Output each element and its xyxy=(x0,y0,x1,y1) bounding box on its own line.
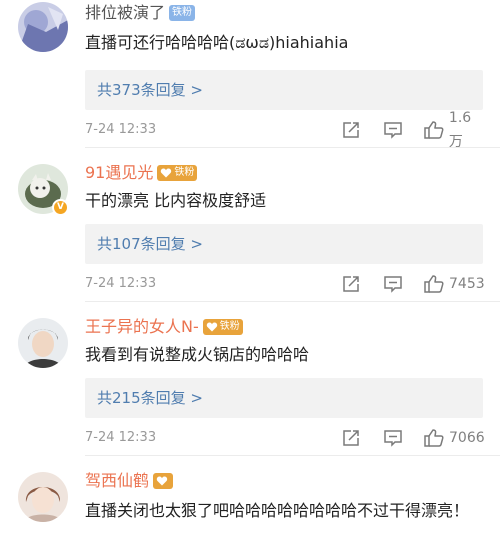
comment-button[interactable] xyxy=(383,118,403,142)
share-icon xyxy=(343,430,359,446)
thumbs-up-icon xyxy=(424,429,444,447)
fan-badge-label: 铁粉 xyxy=(174,167,195,178)
comment-item: 排位被演了 铁粉 直播可还行哈哈哈哈(ಡωಡ)hiahiahia 共373条回复… xyxy=(0,0,500,150)
meta-row: 7-24 12:33 7066 xyxy=(85,426,485,450)
comment-text: 我看到有说整成火锅店的哈哈哈 xyxy=(85,345,310,364)
view-replies-link[interactable]: 共107条回复 > xyxy=(97,224,203,264)
comment-item: 驾西仙鹤 直播关闭也太狠了吧哈哈哈哈哈哈哈哈不过干得漂亮！ xyxy=(0,456,500,552)
timestamp: 7-24 12:33 xyxy=(85,276,157,291)
replies-box[interactable]: 共107条回复 > xyxy=(85,224,483,264)
like-count: 7066 xyxy=(449,430,485,446)
heart-icon xyxy=(206,322,217,332)
user-avatar[interactable] xyxy=(18,472,68,522)
comment-item: 王子异的女人N- 铁粉 我看到有说整成火锅店的哈哈哈 共215条回复 > 7-2… xyxy=(0,302,500,456)
replies-box[interactable]: 共373条回复 > xyxy=(85,70,483,110)
comment-button[interactable] xyxy=(383,426,403,450)
heart-icon xyxy=(156,476,168,486)
view-replies-link[interactable]: 共373条回复 > xyxy=(97,70,203,110)
thumbs-up-icon xyxy=(424,121,444,139)
user-avatar[interactable] xyxy=(18,2,68,52)
fan-badge-label: 铁粉 xyxy=(219,321,240,332)
name-row: 王子异的女人N- 铁粉 xyxy=(85,316,243,338)
thumbs-up-icon xyxy=(424,275,444,293)
comment-text: 干的漂亮 比内容极度舒适 xyxy=(85,191,267,210)
fan-badge: 铁粉 xyxy=(169,5,196,21)
timestamp: 7-24 12:33 xyxy=(85,430,157,445)
username[interactable]: 王子异的女人N- xyxy=(85,316,199,338)
comment-button[interactable] xyxy=(383,272,403,296)
username[interactable]: 驾西仙鹤 xyxy=(85,470,149,492)
name-row: 驾西仙鹤 xyxy=(85,470,174,492)
share-button[interactable] xyxy=(341,426,361,450)
fan-badge: 铁粉 xyxy=(202,319,243,335)
share-button[interactable] xyxy=(341,118,361,142)
name-row: 91遇见光 铁粉 xyxy=(85,162,198,184)
name-row: 排位被演了 铁粉 xyxy=(85,2,196,24)
share-button[interactable] xyxy=(341,272,361,296)
timestamp: 7-24 12:33 xyxy=(85,122,157,137)
comment-icon xyxy=(384,276,402,293)
heart-icon xyxy=(161,168,172,178)
meta-row: 7-24 12:33 7453 xyxy=(85,272,485,296)
like-button[interactable]: 7453 xyxy=(423,272,485,296)
view-replies-link[interactable]: 共215条回复 > xyxy=(97,378,203,418)
fan-badge: 铁粉 xyxy=(157,165,198,181)
replies-box[interactable]: 共215条回复 > xyxy=(85,378,483,418)
user-avatar[interactable] xyxy=(18,318,68,368)
comment-text: 直播关闭也太狠了吧哈哈哈哈哈哈哈哈不过干得漂亮！ xyxy=(85,501,470,520)
username[interactable]: 排位被演了 xyxy=(85,2,165,24)
fan-badge-label: 铁粉 xyxy=(172,7,193,18)
comment-icon xyxy=(384,430,402,447)
comment-text: 直播可还行哈哈哈哈(ಡωಡ)hiahiahia xyxy=(85,33,349,52)
username[interactable]: 91遇见光 xyxy=(85,162,153,184)
meta-row: 7-24 12:33 1.6万 xyxy=(85,110,485,150)
like-button[interactable]: 1.6万 xyxy=(423,110,485,150)
share-icon xyxy=(343,122,359,138)
like-count: 7453 xyxy=(449,276,485,292)
verified-badge: V xyxy=(52,199,69,216)
comment-icon xyxy=(384,122,402,139)
comment-item: V 91遇见光 铁粉 干的漂亮 比内容极度舒适 共107条回复 > 7-24 1… xyxy=(0,148,500,302)
like-button[interactable]: 7066 xyxy=(423,426,485,450)
share-icon xyxy=(343,276,359,292)
fan-badge xyxy=(153,473,174,489)
